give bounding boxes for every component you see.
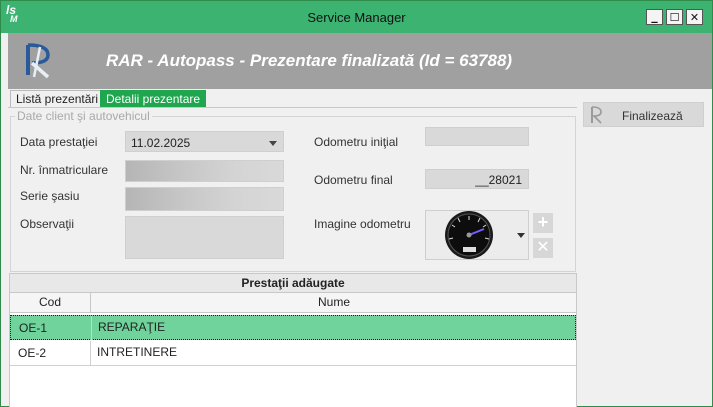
imagine-odometru-label: Imagine odometru	[314, 217, 411, 231]
page-header: RAR - Autopass - Prezentare finalizată (…	[8, 33, 712, 89]
title-bar[interactable]: ls M Service Manager ▁ ☐ ✕	[1, 1, 712, 33]
rar-logo-icon	[26, 43, 50, 79]
minimize-button[interactable]: ▁	[646, 9, 663, 25]
grid-title: Prestaţii adăugate	[9, 273, 577, 293]
close-icon: ✕	[536, 239, 550, 256]
minimize-icon: ▁	[651, 14, 658, 23]
rar-r-icon	[591, 106, 602, 124]
observatii-label: Observaţii	[20, 217, 75, 231]
odometer-gauge-icon	[445, 211, 493, 259]
table-row[interactable]: OE-2 INTRETINERE	[10, 341, 576, 366]
close-icon: ✕	[689, 11, 700, 24]
serie-sasiu-field[interactable]	[125, 187, 284, 211]
finalize-button[interactable]: Finalizează	[583, 102, 704, 127]
serie-sasiu-label: Serie şasiu	[20, 189, 80, 203]
maximize-button[interactable]: ☐	[666, 9, 683, 25]
odometru-initial-label: Odometru iniţial	[314, 135, 399, 149]
column-header-nume[interactable]: Nume	[91, 293, 577, 312]
cell-nume: REPARAŢIE	[98, 320, 166, 334]
column-header-cod[interactable]: Cod	[10, 293, 91, 312]
tab-detalii-prezentare[interactable]: Detalii prezentare	[100, 90, 207, 108]
remove-image-button[interactable]: ✕	[533, 238, 553, 258]
odometer-image-selector[interactable]	[425, 210, 529, 260]
grid-header: Cod Nume	[9, 293, 577, 313]
odometru-initial-field[interactable]	[425, 127, 529, 146]
window-title: Service Manager	[307, 10, 406, 25]
nr-inmatriculare-field[interactable]	[125, 160, 284, 182]
tab-divider	[8, 107, 577, 108]
maximize-icon: ☐	[669, 11, 680, 24]
table-row[interactable]: OE-1 REPARAŢIE	[10, 315, 576, 340]
plus-icon: +	[537, 212, 549, 232]
observatii-field[interactable]	[125, 216, 284, 259]
data-prestatiei-value: 11.02.2025	[131, 136, 191, 150]
page-title: RAR - Autopass - Prezentare finalizată (…	[106, 51, 513, 70]
odometru-final-value: __28021	[475, 173, 522, 187]
image-dropdown-chevron-icon[interactable]	[517, 233, 525, 238]
add-image-button[interactable]: +	[533, 213, 553, 233]
cell-nume: INTRETINERE	[97, 345, 178, 359]
finalize-label: Finalizează	[622, 109, 683, 123]
data-prestatiei-label: Data prestaţiei	[20, 135, 98, 149]
tab-lista-prezentari[interactable]: Listă prezentări	[10, 90, 105, 108]
group-legend: Date client şi autovehicul	[15, 109, 152, 123]
cell-cod: OE-2	[10, 341, 91, 365]
app-window: ls M Service Manager ▁ ☐ ✕ RAR - Autopas…	[0, 0, 713, 407]
cell-cod: OE-1	[11, 316, 92, 340]
data-prestatiei-picker[interactable]: 11.02.2025	[125, 131, 284, 152]
odometru-final-field[interactable]: __28021	[425, 169, 529, 189]
close-button[interactable]: ✕	[686, 9, 703, 25]
chevron-down-icon[interactable]	[269, 141, 277, 146]
nr-inmatriculare-label: Nr. înmatriculare	[20, 163, 109, 177]
odometru-final-label: Odometru final	[314, 173, 393, 187]
prestatii-grid: OE-1 REPARAŢIE OE-2 INTRETINERE	[9, 313, 577, 407]
